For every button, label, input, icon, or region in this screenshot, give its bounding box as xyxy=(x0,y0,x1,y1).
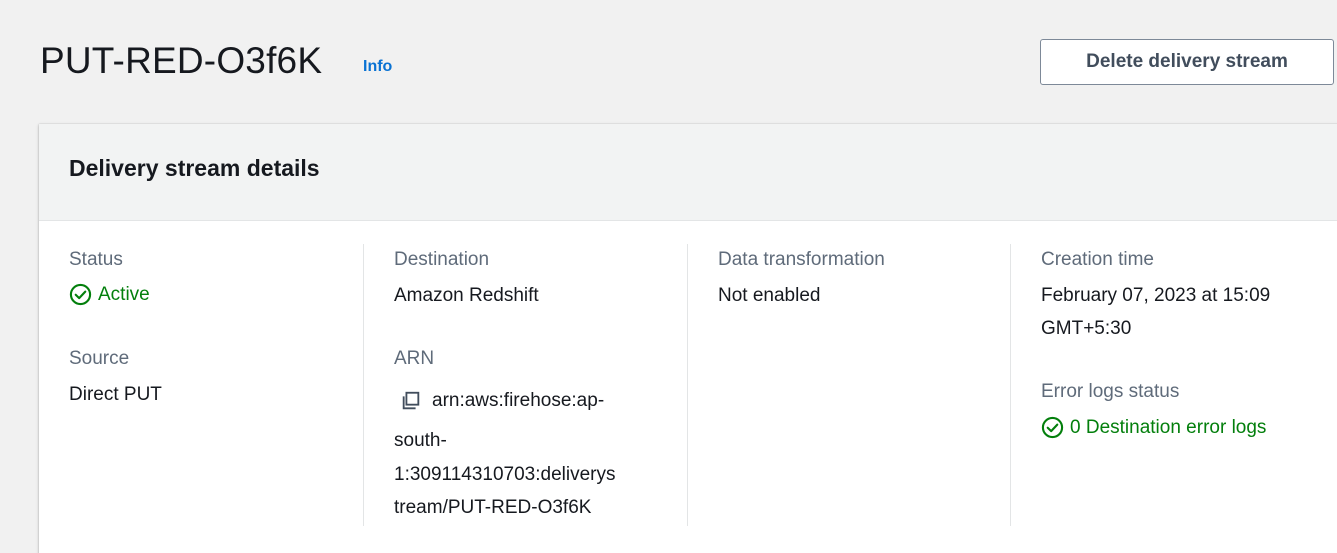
column-divider xyxy=(1010,244,1011,526)
status-value: Active xyxy=(69,283,150,306)
arn-line: 1:309114310703:deliverys xyxy=(394,464,616,485)
error-logs-link[interactable]: 0 Destination error logs xyxy=(1041,416,1266,439)
status-text: Active xyxy=(98,283,150,305)
source-value: Direct PUT xyxy=(69,384,162,405)
check-circle-icon xyxy=(69,283,92,306)
creation-time-label: Creation time xyxy=(1041,249,1154,270)
arn-line: arn:aws:firehose:ap- xyxy=(432,390,605,411)
data-transformation-label: Data transformation xyxy=(718,249,885,270)
column-divider xyxy=(687,244,688,526)
delete-delivery-stream-button[interactable]: Delete delivery stream xyxy=(1040,39,1334,85)
arn-label: ARN xyxy=(394,348,435,369)
error-logs-text: 0 Destination error logs xyxy=(1070,416,1267,438)
page: PUT-RED-O3f6K Info Delete delivery strea… xyxy=(0,0,1337,553)
arn-line: tream/PUT-RED-O3f6K xyxy=(394,497,592,518)
status-label: Status xyxy=(69,249,123,270)
creation-time-value: February 07, 2023 at 15:09 xyxy=(1041,285,1271,306)
info-link[interactable]: Info xyxy=(363,58,392,76)
panel-header: Delivery stream details xyxy=(39,124,1337,221)
destination-value: Amazon Redshift xyxy=(394,285,539,306)
creation-time-timezone: GMT+5:30 xyxy=(1041,318,1132,339)
copy-icon[interactable] xyxy=(400,390,422,412)
panel-title: Delivery stream details xyxy=(69,155,320,181)
check-circle-icon xyxy=(1041,416,1064,439)
data-transformation-value: Not enabled xyxy=(718,285,821,306)
destination-label: Destination xyxy=(394,249,490,270)
column-divider xyxy=(363,244,364,526)
delivery-stream-details-panel: Delivery stream details Status Active So… xyxy=(39,124,1337,553)
arn-line: south- xyxy=(394,430,447,451)
source-label: Source xyxy=(69,348,130,369)
error-logs-label: Error logs status xyxy=(1041,381,1180,402)
page-title: PUT-RED-O3f6K xyxy=(40,40,323,81)
